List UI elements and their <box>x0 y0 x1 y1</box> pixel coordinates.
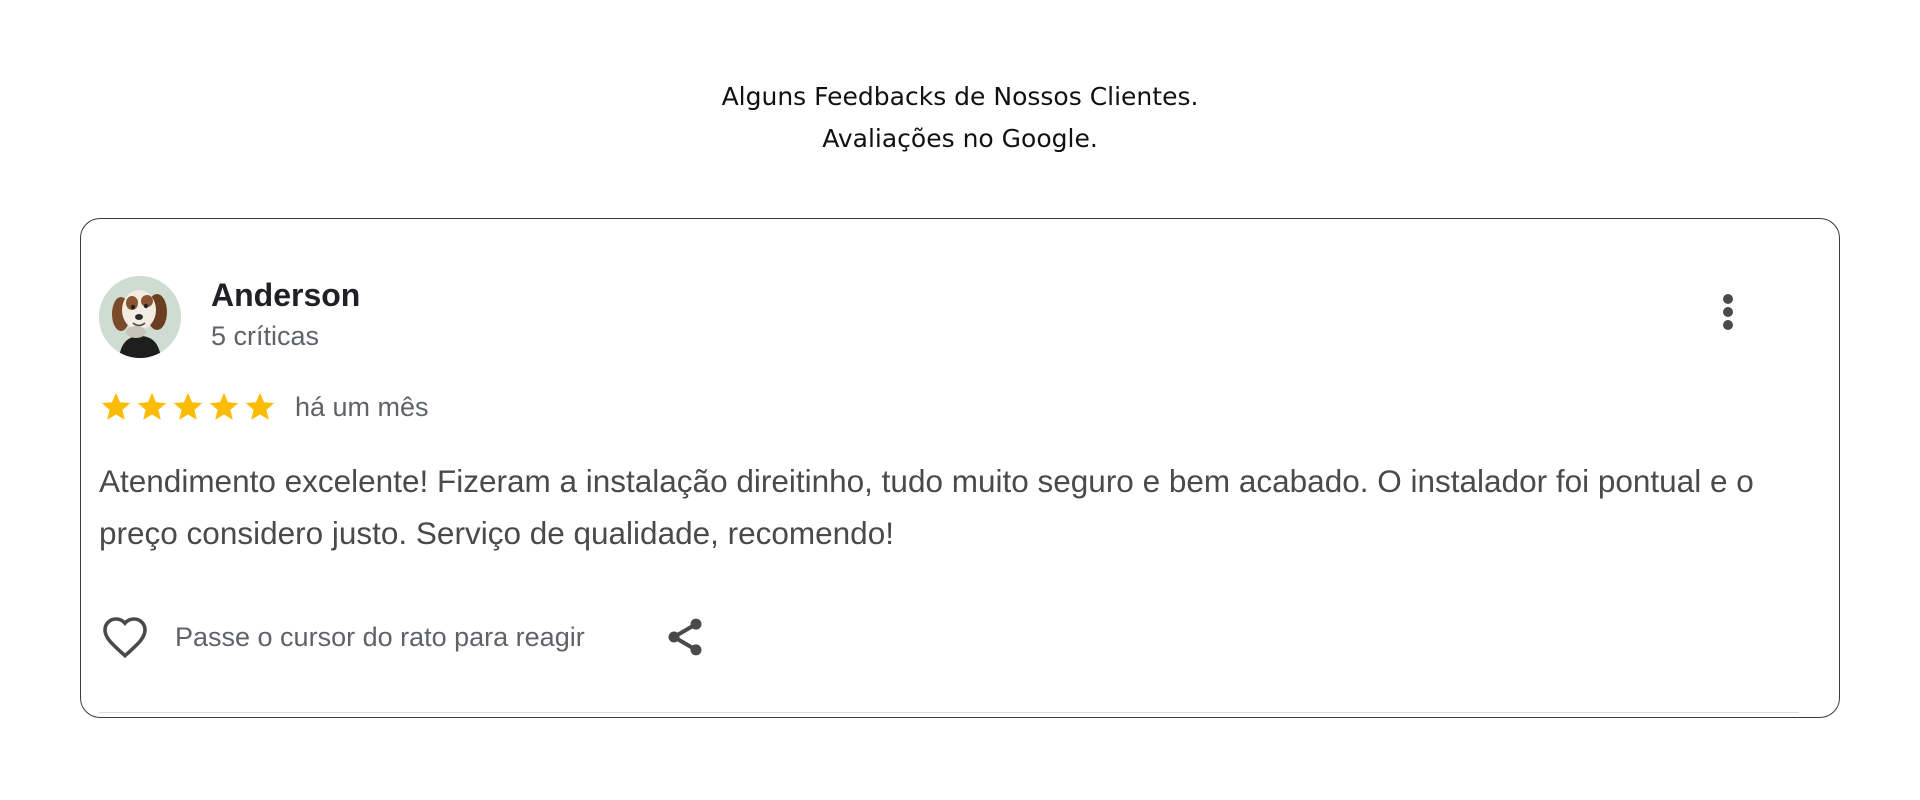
react-button[interactable] <box>99 613 151 661</box>
more-options-button[interactable] <box>1715 291 1741 341</box>
rating-row: há um mês <box>99 387 429 427</box>
star-icon <box>173 392 203 420</box>
heart-icon <box>103 617 147 659</box>
star-icon <box>137 392 167 420</box>
avatar[interactable] <box>99 276 181 358</box>
review-date: há um mês <box>295 391 429 422</box>
share-button[interactable] <box>663 613 707 661</box>
star-icon <box>101 392 131 420</box>
star-icon <box>209 392 239 420</box>
share-icon <box>668 618 702 656</box>
section-subtitle: Avaliações no Google. <box>822 124 1098 153</box>
reviews-page: Alguns Feedbacks de Nossos Clientes. Ava… <box>0 0 1920 800</box>
review-text: Atendimento excelente! Fizeram a instala… <box>99 463 1754 551</box>
card-divider <box>99 712 1799 713</box>
dog-avatar-icon <box>99 276 181 358</box>
review-actions: Passe o cursor do rato para reagir <box>99 609 707 665</box>
section-heading: Alguns Feedbacks de Nossos Clientes. Ava… <box>0 76 1920 160</box>
more-vertical-icon <box>1715 294 1741 330</box>
author-name[interactable]: Anderson <box>211 277 360 314</box>
review-card: Anderson 5 críticas há um mês Atendiment… <box>80 218 1840 718</box>
section-title: Alguns Feedbacks de Nossos Clientes. <box>721 82 1199 111</box>
react-hint: Passe o cursor do rato para reagir <box>175 621 585 652</box>
star-icon <box>245 392 275 420</box>
star-rating <box>99 390 277 424</box>
author-review-count[interactable]: 5 críticas <box>211 321 319 352</box>
